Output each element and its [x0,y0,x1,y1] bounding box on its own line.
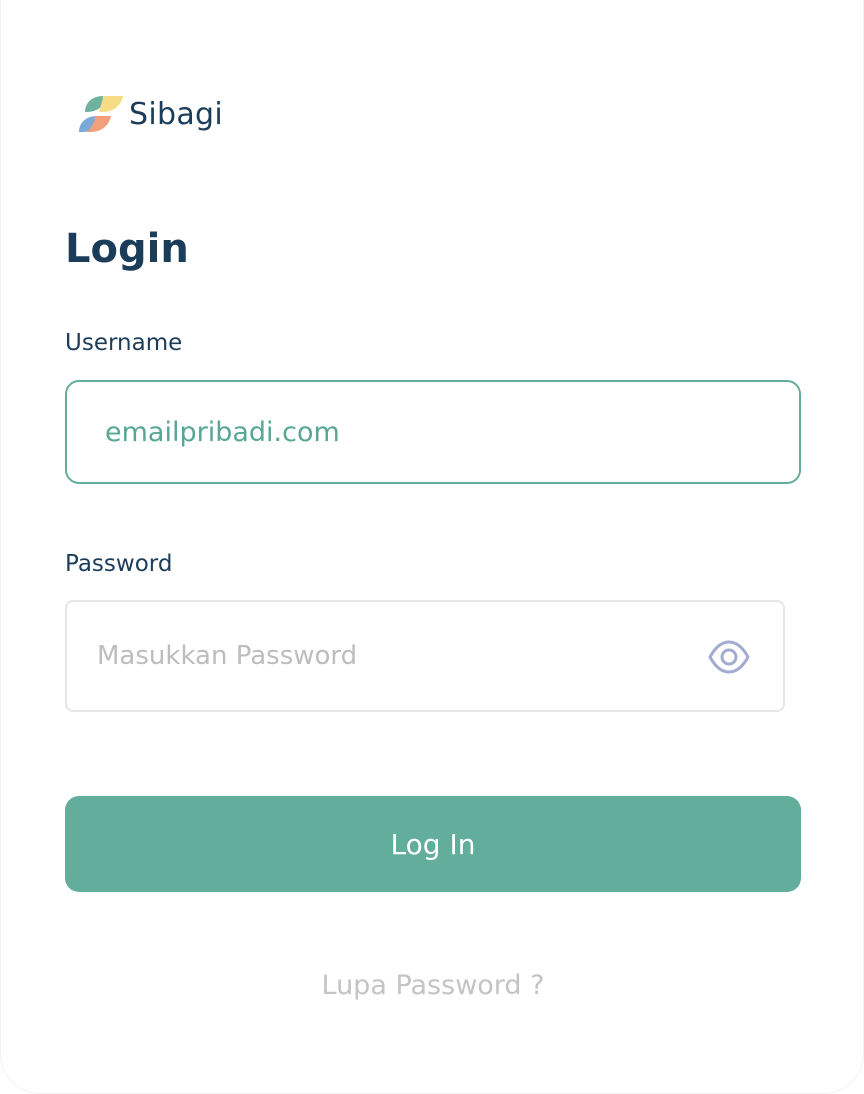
forgot-password-link[interactable]: Lupa Password ? [1,970,864,1001]
brand-name: Sibagi [129,96,223,132]
login-card: Sibagi Login Username Password Log In Lu… [0,0,864,1094]
password-input[interactable] [97,641,677,671]
username-field[interactable] [65,380,801,484]
brand-header: Sibagi [77,94,223,134]
sibagi-logo-icon [79,96,123,132]
page-title: Login [65,226,189,272]
password-label: Password [65,551,173,577]
eye-icon[interactable] [707,637,751,677]
username-label: Username [65,330,183,356]
login-button[interactable]: Log In [65,796,801,892]
username-input[interactable] [105,416,745,448]
password-field[interactable] [65,600,785,712]
